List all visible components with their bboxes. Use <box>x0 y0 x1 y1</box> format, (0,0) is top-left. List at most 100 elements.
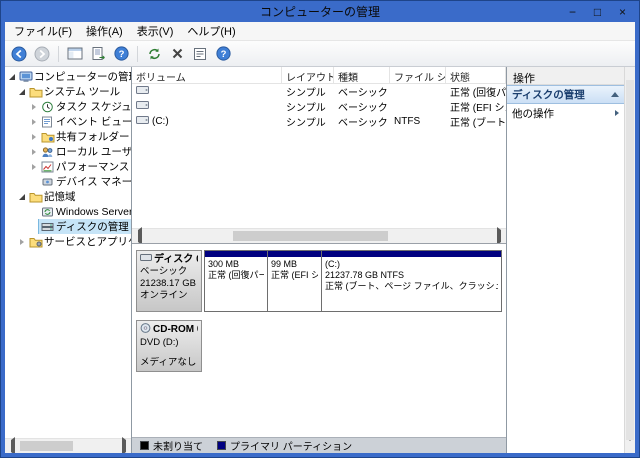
expanded-icon[interactable] <box>17 194 27 200</box>
cdrom-name: CD-ROM 0 <box>153 324 198 336</box>
disk-icon <box>140 253 152 266</box>
help-icon[interactable]: ? <box>213 44 233 64</box>
tree-item-storage[interactable]: 記憶域 <box>5 189 131 204</box>
disk0-header[interactable]: ディスク 0 ベーシック 21238.17 GB オンライン <box>136 250 202 312</box>
partition-status: 正常 (ブート、ページ ファイル、クラッシュ ダンプ、プライマリ パ <box>325 281 498 292</box>
volume-icon <box>136 115 149 128</box>
tree-item-label: タスク スケジューラ <box>56 99 131 114</box>
tree-item-label: ディスクの管理 <box>56 219 129 234</box>
expanded-icon[interactable] <box>7 74 17 80</box>
tree-item-local-users-groups[interactable]: ローカル ユーザーとグループ <box>5 144 131 159</box>
services-applications-icon <box>29 236 44 248</box>
menubar: ファイル(F) 操作(A) 表示(V) ヘルプ(H) <box>5 22 635 41</box>
menu-help[interactable]: ヘルプ(H) <box>180 22 242 41</box>
scroll-up-icon[interactable] <box>625 67 635 80</box>
column-header-volume[interactable]: ボリューム <box>132 67 282 83</box>
delete-icon[interactable] <box>167 44 187 64</box>
tree-item-task-scheduler[interactable]: タスク スケジューラ <box>5 99 131 114</box>
refresh-icon[interactable] <box>144 44 164 64</box>
scroll-right-icon[interactable] <box>491 229 506 243</box>
collapsed-icon[interactable] <box>29 149 39 155</box>
shared-folders-icon <box>41 131 56 143</box>
cdrom-empty-area <box>202 320 502 372</box>
properties-icon[interactable] <box>190 44 210 64</box>
column-header-type[interactable]: 種類 <box>334 67 390 83</box>
export-list-icon[interactable] <box>88 44 108 64</box>
column-header-status[interactable]: 状態 <box>446 67 506 83</box>
partition-name: (C:) <box>325 259 498 270</box>
tree-item-services-applications[interactable]: サービスとアプリケーション <box>5 234 131 249</box>
menu-view[interactable]: 表示(V) <box>130 22 181 41</box>
show-console-tree-icon[interactable] <box>65 44 85 64</box>
actions-vertical-scrollbar[interactable] <box>624 67 635 453</box>
disk-status: オンライン <box>140 290 198 302</box>
caption-buttons: − □ × <box>560 1 635 22</box>
column-header-layout[interactable]: レイアウト <box>282 67 334 83</box>
back-icon[interactable] <box>9 44 29 64</box>
partition-size: 99 MB <box>271 259 318 270</box>
tree-item-label: Windows Server バック <box>56 204 131 219</box>
computer-management-window: コンピューターの管理 − □ × ファイル(F) 操作(A) 表示(V) ヘルプ… <box>0 0 640 458</box>
collapsed-icon[interactable] <box>29 134 39 140</box>
folder-icon <box>29 86 44 98</box>
volume-row-recovery[interactable]: シンプル ベーシック 正常 (回復パーティション) <box>132 84 506 99</box>
forward-icon[interactable] <box>32 44 52 64</box>
toolbar-separator <box>137 46 138 62</box>
volume-filesystem: NTFS <box>390 116 446 127</box>
titlebar[interactable]: コンピューターの管理 − □ × <box>1 1 639 22</box>
volume-row-c[interactable]: (C:) シンプル ベーシック NTFS 正常 (ブート、ページ ファイル、クラ <box>132 114 506 129</box>
cdrom-media-status: メディアなし <box>140 357 198 369</box>
volume-layout: シンプル <box>282 114 334 129</box>
tree-item-system-tools[interactable]: システム ツール <box>5 84 131 99</box>
cdrom0-header[interactable]: CD-ROM 0 DVD (D:) メディアなし <box>136 320 202 372</box>
volume-row-efi[interactable]: シンプル ベーシック 正常 (EFI システム パーティション) <box>132 99 506 114</box>
action-more-actions[interactable]: 他の操作 <box>507 104 624 122</box>
menu-action[interactable]: 操作(A) <box>79 22 130 41</box>
primary-partition-color-swatch <box>217 441 226 450</box>
partition-efi[interactable]: 99 MB 正常 (EFI シ <box>268 250 322 312</box>
disk-graphic-pane: ディスク 0 ベーシック 21238.17 GB オンライン 300 MB <box>132 243 506 453</box>
collapsed-icon[interactable] <box>29 104 39 110</box>
maximize-button[interactable]: □ <box>585 1 610 22</box>
column-header-filesystem[interactable]: ファイル システム <box>390 67 446 83</box>
collapsed-icon[interactable] <box>29 119 39 125</box>
scroll-left-icon[interactable] <box>5 439 20 453</box>
tree-item-disk-management[interactable]: ディスクの管理 <box>5 219 131 234</box>
volume-type: ベーシック <box>334 99 390 114</box>
collapse-section-icon[interactable] <box>611 92 619 97</box>
task-scheduler-icon <box>41 101 56 113</box>
help-icon[interactable]: ? <box>111 44 131 64</box>
volume-list-horizontal-scrollbar[interactable] <box>132 228 506 243</box>
action-section-disk-management[interactable]: ディスクの管理 <box>507 85 624 104</box>
partition-size: 21237.78 GB NTFS <box>325 270 498 281</box>
volume-type: ベーシック <box>334 114 390 129</box>
close-button[interactable]: × <box>610 1 635 22</box>
collapsed-icon[interactable] <box>17 239 27 245</box>
tree-item-performance[interactable]: パフォーマンス <box>5 159 131 174</box>
minimize-button[interactable]: − <box>560 1 585 22</box>
tree-horizontal-scrollbar[interactable] <box>5 438 131 453</box>
scroll-right-icon[interactable] <box>116 439 131 453</box>
tree-item-device-manager[interactable]: デバイス マネージャー <box>5 174 131 189</box>
menu-file[interactable]: ファイル(F) <box>7 22 79 41</box>
tree-item-windows-server-backup[interactable]: Windows Server バック <box>5 204 131 219</box>
scroll-down-icon[interactable] <box>625 440 635 453</box>
legend-primary-partition: プライマリ パーティション <box>217 438 352 453</box>
tree-item-shared-folders[interactable]: 共有フォルダー <box>5 129 131 144</box>
volume-icon <box>136 100 149 113</box>
scroll-left-icon[interactable] <box>132 229 147 243</box>
tree-item-event-viewer[interactable]: イベント ビューアー <box>5 114 131 129</box>
disk-management-icon <box>41 221 56 233</box>
partition-recovery[interactable]: 300 MB 正常 (回復パーテ <box>204 250 268 312</box>
cdrom-drive-letter: DVD (D:) <box>140 337 198 349</box>
volume-type: ベーシック <box>334 84 390 99</box>
more-actions-label: 他の操作 <box>512 106 554 121</box>
tree-item-label: コンピューターの管理 (ローカル) <box>34 69 131 84</box>
center-pane: ボリューム レイアウト 種類 ファイル システム 状態 シンプル ベーシック 正… <box>132 67 507 453</box>
partition-c[interactable]: (C:) 21237.78 GB NTFS 正常 (ブート、ページ ファイル、ク… <box>322 250 502 312</box>
tree-item-computer-management[interactable]: コンピューターの管理 (ローカル) <box>5 69 131 84</box>
expanded-icon[interactable] <box>17 89 27 95</box>
collapsed-icon[interactable] <box>29 164 39 170</box>
window-body: ファイル(F) 操作(A) 表示(V) ヘルプ(H) ? ? <box>5 22 635 453</box>
disk-type: ベーシック <box>140 266 198 278</box>
